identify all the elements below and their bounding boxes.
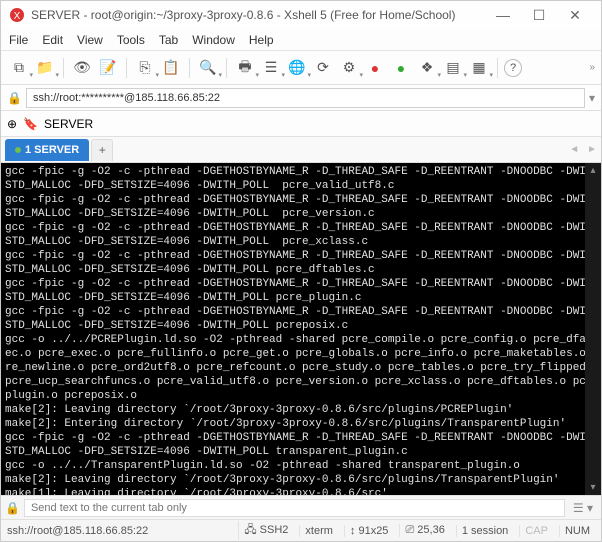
terminal-output[interactable]: gcc -fpic -g -O2 -c -pthread -DGETHOSTBY…	[1, 163, 585, 495]
toolbar-separator	[63, 58, 64, 78]
status-size: ↕ 91x25	[344, 525, 394, 537]
search-icon[interactable]: 🔍	[196, 56, 220, 80]
newtab-icon[interactable]: ⧉	[7, 56, 31, 80]
minimize-button[interactable]: —	[485, 3, 521, 27]
copy-icon[interactable]: ⎘	[133, 56, 157, 80]
print-icon[interactable]: 🖶	[233, 56, 257, 80]
status-num: NUM	[559, 525, 595, 537]
tab-label: 1 SERVER	[25, 144, 79, 156]
eye-icon[interactable]: 👁	[70, 56, 94, 80]
menu-bar: File Edit View Tools Tab Window Help	[1, 29, 601, 51]
app-icon: X	[9, 7, 25, 23]
address-input[interactable]	[26, 88, 585, 108]
toolbar-overflow-icon[interactable]: »	[585, 62, 595, 73]
scroll-down-icon[interactable]: ▾	[590, 482, 595, 493]
tab-server[interactable]: 1 SERVER	[5, 139, 89, 161]
address-dropdown-icon[interactable]: ▾	[589, 91, 595, 105]
menu-help[interactable]: Help	[249, 33, 274, 47]
record-icon[interactable]: ●	[363, 56, 387, 80]
tab-status-dot-icon	[15, 147, 21, 153]
session-add-icon[interactable]: ⊕	[7, 117, 17, 131]
send-bar: 🔒 ☰ ▾	[1, 495, 601, 519]
send-mode-dropdown[interactable]: ☰ ▾	[569, 501, 597, 515]
session-label[interactable]: SERVER	[44, 117, 93, 131]
toolbar-separator	[497, 58, 498, 78]
status-dot-icon[interactable]: ●	[389, 56, 413, 80]
lock-icon: 🔒	[7, 91, 22, 105]
send-input[interactable]	[24, 499, 565, 517]
toolbar: ⧉ 📁 👁 📝 ⎘ 📋 🔍 🖶 ☰ 🌐 ⟳ ⚙ ● ● ❖ ▤ ▦ ? »	[1, 51, 601, 85]
help-icon[interactable]: ?	[504, 59, 522, 77]
app-menu-icon[interactable]: ❖	[415, 56, 439, 80]
menu-tools[interactable]: Tools	[117, 33, 145, 47]
menu-file[interactable]: File	[9, 33, 28, 47]
scroll-up-icon[interactable]: ▴	[590, 165, 595, 176]
toolbar-separator	[189, 58, 190, 78]
window-title: SERVER - root@origin:~/3proxy-3proxy-0.8…	[31, 8, 485, 22]
menu-tab[interactable]: Tab	[159, 33, 178, 47]
gear-icon[interactable]: ⚙	[337, 56, 361, 80]
status-cursor: ⎚ 25,36	[399, 524, 449, 537]
send-lock-icon[interactable]: 🔒	[5, 501, 20, 515]
props-icon[interactable]: ☰	[259, 56, 283, 80]
menu-view[interactable]: View	[77, 33, 103, 47]
status-connection: ssh://root@185.118.66.85:22	[7, 525, 148, 537]
menu-edit[interactable]: Edit	[42, 33, 63, 47]
bookmark-icon[interactable]: 🔖	[23, 117, 38, 131]
svg-text:X: X	[14, 11, 21, 22]
status-bar: ssh://root@185.118.66.85:22 🖧 SSH2 xterm…	[1, 519, 601, 541]
terminal-area: gcc -fpic -g -O2 -c -pthread -DGETHOSTBY…	[1, 163, 601, 495]
tile-icon[interactable]: ▦	[467, 56, 491, 80]
address-bar: 🔒 ▾	[1, 85, 601, 111]
maximize-button[interactable]: ☐	[521, 3, 557, 27]
screen-icon[interactable]: ▤	[441, 56, 465, 80]
paste-icon[interactable]: 📋	[159, 56, 183, 80]
window-titlebar: X SERVER - root@origin:~/3proxy-3proxy-0…	[1, 1, 601, 29]
tab-prev-icon[interactable]: ◄	[565, 144, 583, 155]
status-proto: 🖧 SSH2	[238, 521, 293, 540]
folder-icon[interactable]: 📁	[33, 56, 57, 80]
status-term: xterm	[299, 525, 338, 537]
globe-icon[interactable]: 🌐	[285, 56, 309, 80]
tab-row: 1 SERVER + ◄ ►	[1, 137, 601, 163]
tab-next-icon[interactable]: ►	[583, 144, 601, 155]
toolbar-separator	[226, 58, 227, 78]
session-row: ⊕ 🔖 SERVER	[1, 111, 601, 137]
close-button[interactable]: ✕	[557, 3, 593, 27]
terminal-scrollbar[interactable]: ▴ ▾	[585, 163, 601, 495]
status-cap: CAP	[519, 525, 553, 537]
note-icon[interactable]: 📝	[96, 56, 120, 80]
status-sessions: 1 session	[456, 525, 513, 537]
menu-window[interactable]: Window	[192, 33, 235, 47]
tab-add-button[interactable]: +	[91, 139, 113, 161]
refresh-icon[interactable]: ⟳	[311, 56, 335, 80]
toolbar-separator	[126, 58, 127, 78]
